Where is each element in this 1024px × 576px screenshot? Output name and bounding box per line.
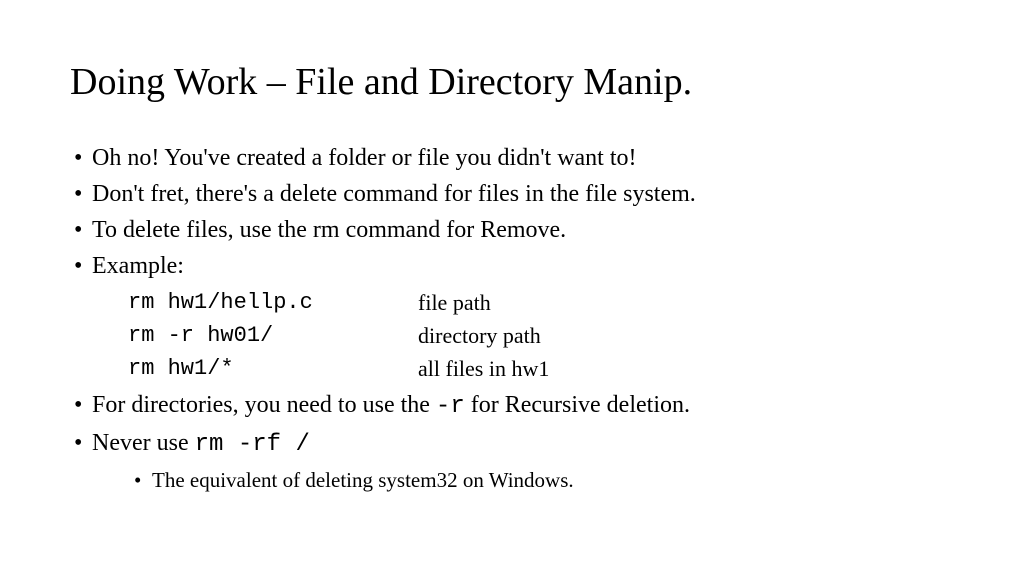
bullet-text: Example: [92, 253, 184, 279]
bullet-item-example: Example: rm hw1/hellp.c file path rm -r … [74, 248, 954, 385]
example-description: directory path [418, 319, 541, 352]
example-row: rm hw1/* all files in hw1 [128, 352, 954, 385]
example-command: rm -r hw01/ [128, 319, 418, 352]
inline-code: rm -rf / [195, 431, 310, 458]
example-description: file path [418, 286, 491, 319]
slide-title: Doing Work – File and Directory Manip. [70, 60, 954, 104]
example-block: rm hw1/hellp.c file path rm -r hw01/ dir… [92, 286, 954, 385]
sub-bullet-list: The equivalent of deleting system32 on W… [92, 465, 954, 497]
bullet-item: Don't fret, there's a delete command for… [74, 176, 954, 212]
bullet-text-suffix: for Recursive deletion. [465, 392, 690, 418]
example-row: rm -r hw01/ directory path [128, 319, 954, 352]
example-command: rm hw1/* [128, 352, 418, 385]
inline-code: -r [436, 393, 465, 420]
bullet-item: Never use rm -rf / The equivalent of del… [74, 425, 954, 497]
bullet-text-prefix: Never use [92, 430, 195, 456]
bullet-text-prefix: For directories, you need to use the [92, 392, 436, 418]
bullet-item: Oh no! You've created a folder or file y… [74, 140, 954, 176]
example-description: all files in hw1 [418, 352, 549, 385]
bullet-item: For directories, you need to use the -r … [74, 387, 954, 425]
sub-bullet-item: The equivalent of deleting system32 on W… [134, 465, 954, 497]
example-command: rm hw1/hellp.c [128, 286, 418, 319]
bullet-item: To delete files, use the rm command for … [74, 212, 954, 248]
bullet-list: Oh no! You've created a folder or file y… [70, 140, 954, 497]
example-row: rm hw1/hellp.c file path [128, 286, 954, 319]
